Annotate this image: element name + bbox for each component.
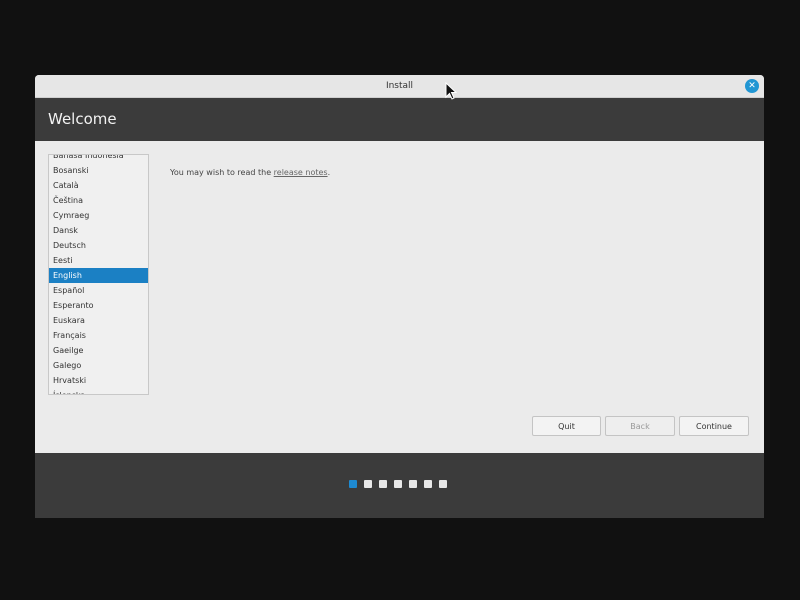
language-item[interactable]: Deutsch [49,238,148,253]
release-notes-suffix: . [327,168,331,177]
quit-button[interactable]: Quit [532,416,601,436]
language-item[interactable]: Esperanto [49,298,148,313]
language-item[interactable]: Íslenska [49,388,148,394]
progress-dot [394,480,402,488]
language-item[interactable]: Euskara [49,313,148,328]
language-item[interactable]: Hrvatski [49,373,148,388]
progress-dot [424,480,432,488]
language-item[interactable]: English [49,268,148,283]
progress-dot [379,480,387,488]
close-icon[interactable]: ✕ [745,79,759,93]
language-item[interactable]: Español [49,283,148,298]
language-item[interactable]: Cymraeg [49,208,148,223]
language-item[interactable]: Galego [49,358,148,373]
language-item[interactable]: Eesti [49,253,148,268]
language-item[interactable]: Gaeilge [49,343,148,358]
progress-dot [409,480,417,488]
language-item[interactable]: Dansk [49,223,148,238]
language-item[interactable]: Bosanski [49,163,148,178]
language-list-items: Bahasa Indonesia Bosanski Català Čeština Cym… [49,155,148,394]
language-item[interactable]: Bahasa Indonesia [49,155,148,163]
installer-window: Install ✕ Welcome Bahasa Indonesia Bosans… [35,75,764,518]
release-notes-message: You may wish to read the release notes. [170,168,330,177]
language-list[interactable]: Bahasa Indonesia Bosanski Català Čeština Cym… [48,154,149,395]
language-item[interactable]: Čeština [49,193,148,208]
progress-dot [364,480,372,488]
release-notes-link[interactable]: release notes [274,168,328,177]
title-bar[interactable]: Install ✕ [35,75,764,98]
language-item[interactable]: Français [49,328,148,343]
window-title: Install [385,81,414,91]
page-title: Welcome [48,110,117,128]
progress-footer [35,453,764,518]
progress-dots [349,480,447,489]
page-header: Welcome [35,98,764,141]
content-area: Bahasa Indonesia Bosanski Català Čeština Cym… [35,141,764,453]
release-notes-prefix: You may wish to read the [170,168,274,177]
back-button[interactable]: Back [605,416,675,436]
continue-button[interactable]: Continue [679,416,749,436]
progress-dot-active [349,480,357,488]
progress-dot [439,480,447,488]
mouse-cursor-icon [445,82,457,100]
language-item[interactable]: Català [49,178,148,193]
